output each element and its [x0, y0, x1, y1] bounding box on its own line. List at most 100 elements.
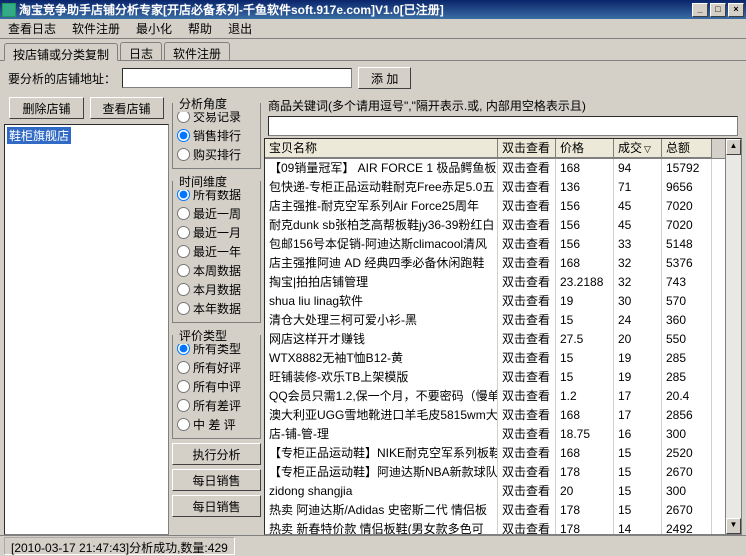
- minimize-button[interactable]: _: [692, 3, 708, 17]
- table-cell[interactable]: 双击查看: [498, 368, 556, 387]
- daily-sales-button-2[interactable]: 每日销售: [172, 495, 261, 517]
- table-cell[interactable]: 双击查看: [498, 387, 556, 406]
- th-name[interactable]: 宝贝名称: [265, 139, 498, 158]
- run-analysis-button[interactable]: 执行分析: [172, 443, 261, 465]
- table-cell[interactable]: 双击查看: [498, 159, 556, 178]
- shop-list[interactable]: 鞋柜旗舰店: [4, 124, 169, 535]
- table-row[interactable]: WTX8882无袖T恤B12-黄双击查看1519285: [265, 349, 725, 368]
- shop-list-item[interactable]: 鞋柜旗舰店: [7, 127, 71, 144]
- tab-log[interactable]: 日志: [120, 42, 162, 60]
- table-cell[interactable]: 双击查看: [498, 235, 556, 254]
- table-cell[interactable]: 双击查看: [498, 425, 556, 444]
- table-row[interactable]: 网店这样开才赚钱双击查看27.520550: [265, 330, 725, 349]
- time-radio[interactable]: [177, 245, 190, 258]
- table-cell: 热卖 阿迪达斯/Adidas 史密斯二代 情侣板: [265, 501, 498, 520]
- table-row[interactable]: 【专柜正品运动鞋】阿迪达斯NBA新款球队双击查看178152670: [265, 463, 725, 482]
- eval-option[interactable]: 所有差评: [177, 396, 256, 415]
- time-option[interactable]: 本月数据: [177, 280, 256, 299]
- eval-option[interactable]: 所有中评: [177, 377, 256, 396]
- table-cell[interactable]: 双击查看: [498, 520, 556, 534]
- menu-register[interactable]: 软件注册: [68, 18, 124, 39]
- table-row[interactable]: 【09销量冠军】 AIR FORCE 1 极品鳄鱼板双击查看1689415792: [265, 159, 725, 178]
- table-cell[interactable]: 双击查看: [498, 330, 556, 349]
- eval-radio[interactable]: [177, 418, 190, 431]
- table-row[interactable]: 店-铺-管-理双击查看18.7516300: [265, 425, 725, 444]
- table-row[interactable]: 店主强推阿迪 AD 经典四季必备休闲跑鞋双击查看168325376: [265, 254, 725, 273]
- eval-option[interactable]: 所有好评: [177, 358, 256, 377]
- table-cell[interactable]: 双击查看: [498, 482, 556, 501]
- table-cell[interactable]: 双击查看: [498, 463, 556, 482]
- table-cell[interactable]: 双击查看: [498, 406, 556, 425]
- table-row[interactable]: zidong shangjia双击查看2015300: [265, 482, 725, 501]
- table-cell: 【09销量冠军】 AIR FORCE 1 极品鳄鱼板: [265, 159, 498, 178]
- table-cell[interactable]: 双击查看: [498, 178, 556, 197]
- menu-help[interactable]: 帮助: [184, 18, 216, 39]
- tab-register[interactable]: 软件注册: [164, 42, 230, 60]
- time-option[interactable]: 最近一月: [177, 223, 256, 242]
- time-radio[interactable]: [177, 207, 190, 220]
- table-row[interactable]: 【专柜正品运动鞋】NIKE耐克空军系列板鞋双击查看168152520: [265, 444, 725, 463]
- table-row[interactable]: 耐克dunk sb张柏芝高帮板鞋jy36-39粉红白双击查看156457020: [265, 216, 725, 235]
- eval-option[interactable]: 中 差 评: [177, 415, 256, 434]
- table-cell: 17: [614, 387, 662, 406]
- scroll-down-icon[interactable]: ▼: [726, 518, 741, 534]
- time-option[interactable]: 本年数据: [177, 299, 256, 318]
- delete-shop-button[interactable]: 删除店铺: [9, 97, 83, 119]
- angle-radio[interactable]: [177, 129, 190, 142]
- view-shop-button[interactable]: 查看店铺: [90, 97, 164, 119]
- table-cell: 156: [556, 197, 614, 216]
- time-radio[interactable]: [177, 302, 190, 315]
- url-input[interactable]: [122, 68, 352, 88]
- th-price[interactable]: 价格: [556, 139, 614, 158]
- table-cell[interactable]: 双击查看: [498, 254, 556, 273]
- table-row[interactable]: 旺铺装修-欢乐TB上架模版双击查看1519285: [265, 368, 725, 387]
- table-row[interactable]: 包快递-专柜正品运动鞋耐克Free赤足5.0五双击查看136719656: [265, 178, 725, 197]
- tab-copy[interactable]: 按店铺或分类复制: [4, 43, 118, 61]
- table-cell[interactable]: 双击查看: [498, 444, 556, 463]
- eval-radio[interactable]: [177, 399, 190, 412]
- table-row[interactable]: 澳大利亚UGG雪地靴进口羊毛皮5815wm大双击查看168172856: [265, 406, 725, 425]
- scroll-up-icon[interactable]: ▲: [726, 139, 741, 155]
- th-view[interactable]: 双击查看: [498, 139, 556, 158]
- table-row[interactable]: QQ会员只需1.2,保一个月，不要密码（慢单）双击查看1.21720.4: [265, 387, 725, 406]
- table-cell[interactable]: 双击查看: [498, 292, 556, 311]
- menu-exit[interactable]: 退出: [224, 18, 256, 39]
- table-cell[interactable]: 双击查看: [498, 311, 556, 330]
- table-row[interactable]: shua liu linag软件双击查看1930570: [265, 292, 725, 311]
- keyword-input[interactable]: [268, 116, 738, 136]
- table-row[interactable]: 店主强推-耐克空军系列Air Force25周年双击查看156457020: [265, 197, 725, 216]
- table-cell[interactable]: 双击查看: [498, 273, 556, 292]
- table-row[interactable]: 包邮156号本促销-阿迪达斯climacool清风双击查看156335148: [265, 235, 725, 254]
- table-cell[interactable]: 双击查看: [498, 197, 556, 216]
- table-cell[interactable]: 双击查看: [498, 501, 556, 520]
- time-radio[interactable]: [177, 226, 190, 239]
- time-radio[interactable]: [177, 264, 190, 277]
- daily-sales-button-1[interactable]: 每日销售: [172, 469, 261, 491]
- menu-log[interactable]: 查看日志: [4, 18, 60, 39]
- angle-radio[interactable]: [177, 148, 190, 161]
- maximize-button[interactable]: □: [710, 3, 726, 17]
- eval-radio[interactable]: [177, 380, 190, 393]
- close-button[interactable]: ×: [728, 3, 744, 17]
- menu-minimize[interactable]: 最小化: [132, 18, 176, 39]
- table-row[interactable]: 热卖 新春特价款 情侣板鞋(男女款多色可双击查看178142492: [265, 520, 725, 534]
- table-row[interactable]: 掏宝|拍拍店铺管理双击查看23.218832743: [265, 273, 725, 292]
- time-label: 本月数据: [193, 281, 241, 298]
- table-row[interactable]: 清仓大处理三柯可爱小衫-黑双击查看1524360: [265, 311, 725, 330]
- url-row: 要分析的店铺地址： 添 加: [0, 61, 746, 95]
- eval-radio[interactable]: [177, 361, 190, 374]
- time-radio[interactable]: [177, 283, 190, 296]
- add-button[interactable]: 添 加: [358, 67, 411, 89]
- time-option[interactable]: 最近一周: [177, 204, 256, 223]
- angle-option[interactable]: 购买排行: [177, 145, 256, 164]
- scroll-track[interactable]: [726, 155, 741, 518]
- time-option[interactable]: 本周数据: [177, 261, 256, 280]
- angle-option[interactable]: 销售排行: [177, 126, 256, 145]
- table-row[interactable]: 热卖 阿迪达斯/Adidas 史密斯二代 情侣板双击查看178152670: [265, 501, 725, 520]
- time-option[interactable]: 最近一年: [177, 242, 256, 261]
- vertical-scrollbar[interactable]: ▲ ▼: [725, 139, 741, 534]
- table-cell[interactable]: 双击查看: [498, 349, 556, 368]
- th-deals[interactable]: 成交▽: [614, 139, 662, 158]
- th-total[interactable]: 总额: [662, 139, 712, 158]
- table-cell[interactable]: 双击查看: [498, 216, 556, 235]
